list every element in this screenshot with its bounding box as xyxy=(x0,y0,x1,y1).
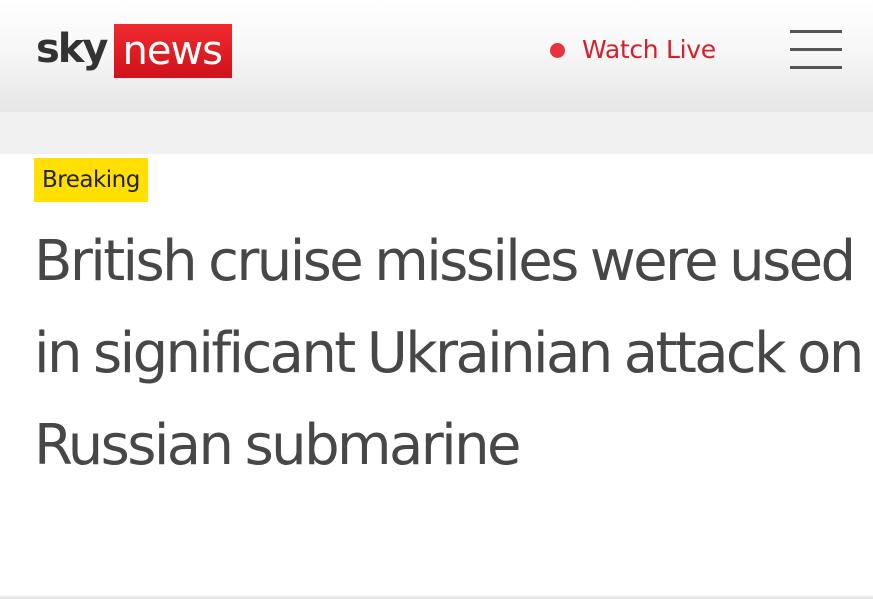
sky-news-logo[interactable]: sky news xyxy=(36,24,232,78)
menu-bar xyxy=(790,30,842,33)
site-header: sky news Watch Live xyxy=(0,0,873,112)
menu-bar xyxy=(790,48,842,51)
live-dot-icon xyxy=(550,42,565,58)
watch-live-link[interactable]: Watch Live xyxy=(550,30,716,70)
logo-sky-text: sky xyxy=(36,26,108,72)
article-headline[interactable]: British cruise missiles were used in sig… xyxy=(34,216,864,492)
breaking-badge: Breaking xyxy=(34,158,148,202)
logo-news-text: news xyxy=(114,24,232,78)
hamburger-menu-icon[interactable] xyxy=(790,28,842,72)
watch-live-label: Watch Live xyxy=(582,35,716,64)
navigation-subbar xyxy=(0,112,873,154)
article-header: Breaking British cruise missiles were us… xyxy=(0,154,873,599)
page-bottom-edge xyxy=(0,594,873,599)
menu-bar xyxy=(790,66,842,69)
